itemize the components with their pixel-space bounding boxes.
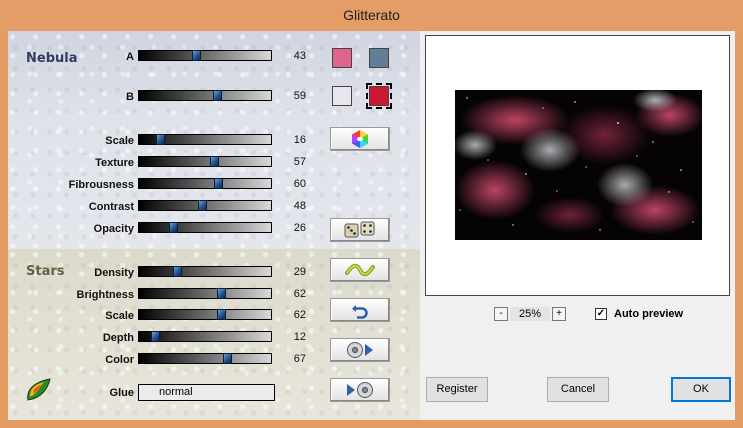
depth-value: 12 <box>293 331 306 343</box>
contrast-value: 48 <box>293 200 306 212</box>
brightness-label: Brightness <box>76 289 134 301</box>
zoom-out-button[interactable]: - <box>494 307 508 321</box>
register-button[interactable]: Register <box>426 377 488 402</box>
nebula-b-secondary-color-swatch[interactable] <box>366 83 392 109</box>
depth-slider-thumb[interactable] <box>150 331 160 342</box>
opacity-value: 26 <box>293 222 306 234</box>
scale-slider-thumb[interactable] <box>156 134 166 145</box>
wave-icon <box>345 263 375 277</box>
nebula-a-slider[interactable] <box>138 50 272 61</box>
depth-slider[interactable] <box>138 331 272 342</box>
density-label: Density <box>94 267 134 279</box>
scale-slider[interactable] <box>138 134 272 145</box>
reset-button[interactable] <box>330 298 390 322</box>
zoom-in-button[interactable]: + <box>552 307 566 321</box>
contrast-slider-thumb[interactable] <box>198 200 208 211</box>
density-value: 29 <box>293 266 306 278</box>
stars-scale-label: Scale <box>105 310 134 322</box>
contrast-slider[interactable] <box>138 200 272 211</box>
nebula-b-label: B <box>126 91 134 103</box>
brightness-slider[interactable] <box>138 288 272 299</box>
brightness-value: 62 <box>293 288 306 300</box>
nebula-b-value: 59 <box>293 90 306 102</box>
scale-label: Scale <box>105 135 134 147</box>
nebula-preview-render <box>455 90 702 240</box>
preview-pane <box>425 35 730 296</box>
nebula-a-slider-thumb[interactable] <box>191 50 201 61</box>
stars-scale-value: 62 <box>293 309 306 321</box>
texture-value: 57 <box>293 156 306 168</box>
window-title: Glitterato <box>0 0 743 31</box>
opacity-slider-thumb[interactable] <box>169 222 179 233</box>
texture-label: Texture <box>95 157 134 169</box>
stars-scale-slider[interactable] <box>138 309 272 320</box>
glue-select[interactable]: normal <box>138 384 275 401</box>
hexagon-color-wheel-icon <box>352 130 368 148</box>
density-slider-thumb[interactable] <box>173 266 183 277</box>
fibrousness-slider[interactable] <box>138 178 272 189</box>
glue-label: Glue <box>109 387 134 399</box>
scale-value: 16 <box>293 134 306 146</box>
fibrousness-slider-thumb[interactable] <box>214 178 224 189</box>
wave-button[interactable] <box>330 258 390 282</box>
zoom-level: 25% <box>510 307 550 321</box>
save-preset-button[interactable] <box>330 378 390 402</box>
stars-scale-slider-thumb[interactable] <box>216 309 226 320</box>
disc-arrow-right-icon <box>347 342 373 358</box>
contrast-label: Contrast <box>88 201 134 213</box>
opacity-label: Opacity <box>93 223 134 235</box>
arrow-disc-icon <box>347 382 373 398</box>
color-slider-thumb[interactable] <box>223 353 233 364</box>
depth-label: Depth <box>102 332 134 344</box>
nebula-preview-image <box>455 90 702 240</box>
auto-preview-checkbox[interactable]: ✓ <box>595 308 607 320</box>
brightness-slider-thumb[interactable] <box>216 288 226 299</box>
ok-button[interactable]: OK <box>671 377 731 402</box>
nebula-b-slider[interactable] <box>138 90 272 101</box>
texture-slider-thumb[interactable] <box>210 156 220 167</box>
texture-slider[interactable] <box>138 156 272 167</box>
nebula-a-label: A <box>126 51 134 63</box>
fibrousness-value: 60 <box>293 178 306 190</box>
color-slider[interactable] <box>138 353 272 364</box>
color-wheel-button[interactable] <box>330 127 390 151</box>
opacity-slider[interactable] <box>138 222 272 233</box>
dice-icon <box>344 221 375 238</box>
nebula-a-value: 43 <box>293 50 306 62</box>
color-value: 67 <box>293 353 306 365</box>
density-slider[interactable] <box>138 266 272 277</box>
random-button[interactable] <box>330 218 390 242</box>
load-preset-button[interactable] <box>330 338 390 362</box>
cancel-button[interactable]: Cancel <box>547 377 609 402</box>
fibrousness-label: Fibrousness <box>68 179 134 191</box>
nebula-a-primary-color-swatch[interactable] <box>332 48 352 68</box>
nebula-b-slider-thumb[interactable] <box>212 90 222 101</box>
auto-preview-label: Auto preview <box>614 308 684 320</box>
nebula-a-secondary-color-swatch[interactable] <box>369 48 389 68</box>
dialog-client: Nebula Stars A 43 B 59 Scale 16 Texture 57 Fibro… <box>8 31 735 420</box>
undo-arrow-icon <box>352 305 368 319</box>
nebula-b-primary-color-swatch[interactable] <box>332 86 352 106</box>
color-label: Color <box>105 354 134 366</box>
